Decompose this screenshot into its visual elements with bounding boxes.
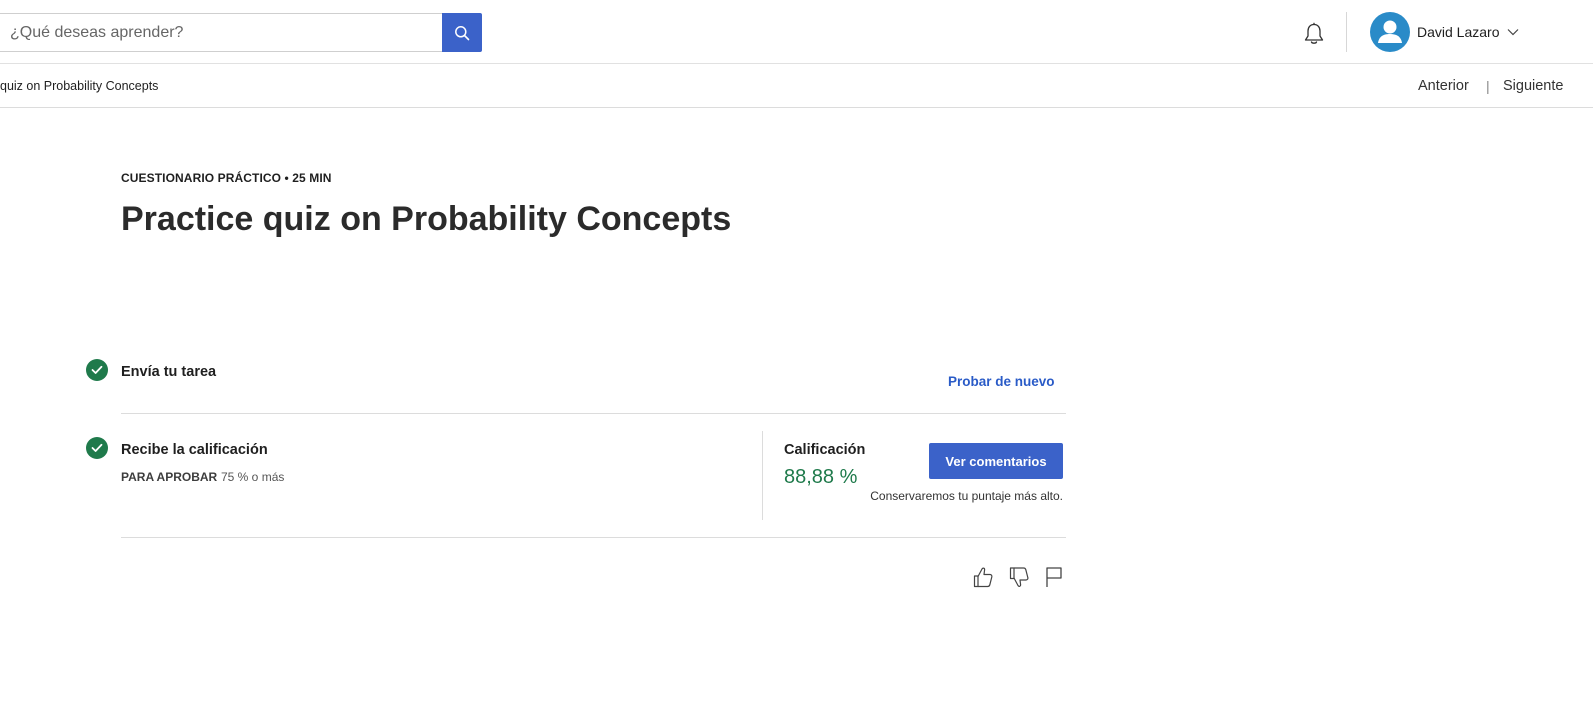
item-type-label: CUESTIONARIO PRÁCTICO • 25 MIN [121,171,332,185]
avatar-icon [1378,20,1402,43]
search-icon [455,25,470,40]
page-title: Practice quiz on Probability Concepts [121,200,732,238]
user-menu[interactable]: David Lazaro [1370,12,1519,52]
breadcrumb[interactable]: quiz on Probability Concepts [0,79,158,93]
try-again-link[interactable]: Probar de nuevo [948,374,1055,389]
grade-value: 88,88 % [784,466,858,488]
view-feedback-button[interactable]: Ver comentarios [929,443,1063,479]
previous-button[interactable]: Anterior [1418,78,1469,94]
thumbs-up-icon[interactable] [972,565,994,589]
pass-requirement-label: PARA APROBAR [121,470,218,484]
notifications-button[interactable] [1300,20,1328,48]
thumbs-down-icon[interactable] [1008,565,1030,589]
chevron-down-icon[interactable] [1507,28,1519,36]
pass-requirement-value: 75 % o más [221,470,285,484]
grade-step-title: Recibe la calificación [121,442,268,458]
check-circle-icon [86,437,108,459]
search-box [0,13,442,52]
section-divider [121,537,1066,538]
header-divider [1346,12,1347,52]
check-circle-icon [86,359,108,381]
nav-separator: | [1486,78,1490,94]
highest-score-note: Conservaremos tu puntaje más alto. [870,489,1063,503]
grade-divider [762,431,763,520]
next-button[interactable]: Siguiente [1503,78,1563,94]
user-name[interactable]: David Lazaro [1417,24,1500,40]
submit-step-title: Envía tu tarea [121,364,217,380]
top-navigation-bar: David Lazaro [0,0,1593,64]
avatar[interactable] [1370,12,1410,52]
item-navigation-bar: quiz on Probability Concepts Anterior | … [0,64,1593,108]
search-button[interactable] [442,13,482,52]
flag-icon[interactable] [1043,565,1065,589]
section-divider [121,413,1066,414]
bell-icon [1304,22,1324,44]
search-input[interactable] [0,14,442,51]
grade-label: Calificación [784,442,866,458]
